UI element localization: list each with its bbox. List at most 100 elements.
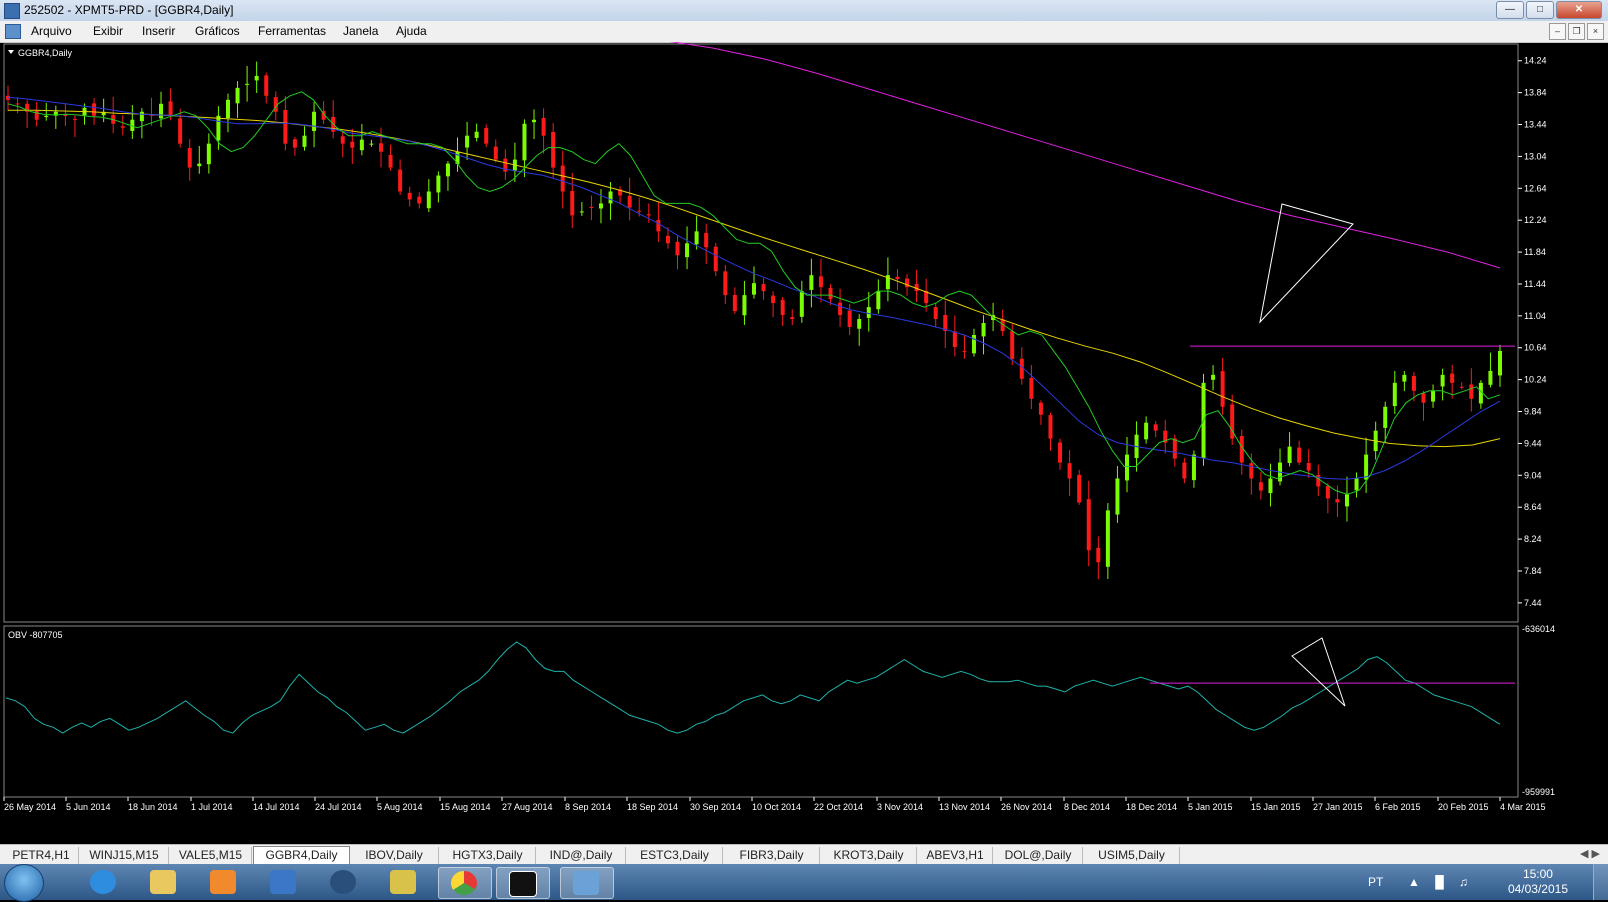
candle-body [818,276,823,288]
candle-body [952,331,957,347]
maximize-button[interactable]: □ [1526,1,1554,19]
candle-body [1498,350,1502,376]
candle-body [92,103,97,116]
tab-estc3-daily[interactable]: ESTC3,Daily [627,847,723,864]
tab-fibr3-daily[interactable]: FIBR3,Daily [724,847,820,864]
candle-body [398,169,403,192]
candle-body [962,350,967,352]
x-tick-label: 27 Jan 2015 [1313,802,1363,812]
tab-dol-daily[interactable]: DOL@,Daily [994,847,1083,864]
metatrader-taskbar-button[interactable] [560,867,614,899]
candle-body [694,231,699,245]
x-tick-label: 15 Aug 2014 [440,802,491,812]
x-tick-label: 22 Oct 2014 [814,802,863,812]
chrome-icon [451,871,477,895]
y-tick-label: 11.84 [1524,247,1546,257]
tab-krot3-daily[interactable]: KROT3,Daily [821,847,917,864]
tab-abev3-h1[interactable]: ABEV3,H1 [918,847,993,864]
tab-petr4-h1[interactable]: PETR4,H1 [4,847,79,864]
x-tick-label: 5 Jan 2015 [1188,802,1233,812]
x-tick-label: 30 Sep 2014 [690,802,741,812]
candle-body [44,115,49,118]
tab-winj15-m15[interactable]: WINJ15,M15 [80,847,169,864]
candle-body [245,83,250,85]
hp-taskbar-button[interactable] [318,867,370,897]
xp-taskbar-button[interactable] [496,867,550,899]
x-tick-label: 14 Jul 2014 [253,802,300,812]
candle-body [1249,463,1254,479]
tray-icons[interactable]: ▲ █ ♫ [1408,875,1474,889]
candle-body [350,141,355,148]
tab-ggbr4-daily[interactable]: GGBR4,Daily [253,846,350,865]
window-title: 252502 - XPMT5-PRD - [GGBR4,Daily] [24,3,234,17]
chrome-taskbar-button[interactable] [438,867,492,899]
menu-arquivo[interactable]: Arquivo [31,24,72,38]
price-chart-panel: GGBR4,Daily 14.24 13.84 13.44 13.04 12.64 12.2… [3,42,1547,623]
y-tick-label: 9.04 [1524,470,1542,480]
metatrader-icon [573,871,599,895]
candle-body [1306,463,1311,471]
language-indicator[interactable]: PT [1368,875,1383,889]
menu-ajuda[interactable]: Ajuda [396,24,427,38]
candle-body [1038,402,1043,415]
candle-body [656,219,661,232]
mdi-restore-button[interactable]: ❐ [1568,23,1585,40]
candle-body [254,75,259,81]
menu-janela[interactable]: Janela [343,24,378,38]
ie-taskbar-button[interactable] [78,867,130,897]
tab-vale5-m15[interactable]: VALE5,M15 [170,847,252,864]
menu-inserir[interactable]: Inserir [142,24,175,38]
y-tick-label: 9.84 [1524,407,1542,417]
clock[interactable]: 15:00 04/03/2015 [1508,867,1568,897]
candle-body [1172,438,1177,459]
menu-exibir[interactable]: Exibir [93,24,123,38]
chart-area[interactable]: GGBR4,Daily 14.24 13.84 13.44 13.04 12.64 12.2… [0,42,1608,844]
obv-panel-frame [3,625,1519,798]
start-button[interactable] [4,864,44,902]
candle-body [675,241,680,256]
candle-body [120,126,125,128]
x-tick-label: 18 Sep 2014 [627,802,678,812]
x-tick-label: 18 Dec 2014 [1126,802,1177,812]
candle-body [771,295,776,304]
document-icon[interactable] [5,24,21,39]
minimize-button[interactable]: — [1496,1,1524,19]
candle-body [971,334,976,354]
candle-body [1431,390,1436,402]
candle-body [637,210,642,212]
menu-bar: Arquivo Exibir Inserir Gráficos Ferramen… [0,21,1608,43]
candle-body [206,143,211,165]
mdi-minimize-button[interactable]: – [1549,23,1566,40]
explorer-taskbar-button[interactable] [138,867,190,897]
tab-ibov-daily[interactable]: IBOV,Daily [350,847,439,864]
close-button[interactable]: ✕ [1556,1,1602,19]
y-tick-label: 13.44 [1524,120,1547,130]
candle-body [1105,510,1110,567]
candle-body [168,101,173,116]
flag-taskbar-button[interactable] [258,867,310,897]
tab-scroll-arrows[interactable]: ◀ ▶ [1580,847,1600,860]
menu-graficos[interactable]: Gráficos [195,24,240,38]
candle-body [264,75,269,96]
tab-ind-daily[interactable]: IND@,Daily [537,847,626,864]
x-tick-label: 24 Jul 2014 [315,802,362,812]
tab-hgtx3-daily[interactable]: HGTX3,Daily [440,847,536,864]
candle-body [742,295,747,316]
candle-body [866,307,871,318]
x-tick-label: 3 Nov 2014 [877,802,923,812]
chart-symbol-label: GGBR4,Daily [18,48,73,58]
xp-icon [509,871,537,897]
folder-icon [150,870,176,894]
candle-body [933,307,938,320]
app-taskbar-button[interactable] [378,867,430,897]
system-tray: PT ▲ █ ♫ 15:00 04/03/2015 [1348,864,1608,900]
candle-body [1297,447,1302,463]
candle-body [1392,382,1397,407]
candle-body [235,87,240,104]
show-desktop-button[interactable] [1593,864,1608,900]
candle-body [838,302,843,316]
menu-ferramentas[interactable]: Ferramentas [258,24,326,38]
media-player-taskbar-button[interactable] [198,867,250,897]
tab-usim5-daily[interactable]: USIM5,Daily [1084,847,1180,864]
mdi-close-button[interactable]: × [1587,23,1604,40]
